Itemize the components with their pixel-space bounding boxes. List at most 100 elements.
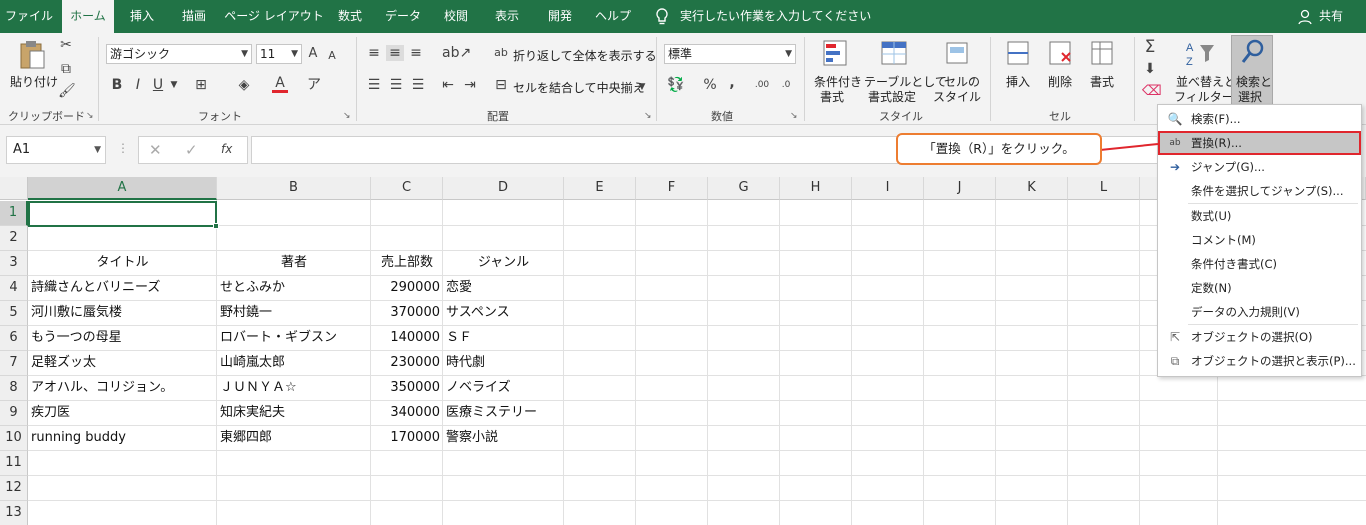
- tab-page-layout[interactable]: ページ レイアウト: [222, 0, 326, 33]
- row-header-13[interactable]: 13: [0, 501, 28, 525]
- menu-item[interactable]: ➔ ジャンプ(G)...: [1158, 155, 1361, 179]
- format-as-table-icon[interactable]: [880, 39, 910, 69]
- tab-data[interactable]: データ: [374, 0, 432, 33]
- table-cell[interactable]: 時代劇: [443, 351, 564, 376]
- font-size-select[interactable]: 11 ▼: [256, 44, 302, 64]
- table-cell[interactable]: 詩織さんとバリニーズ: [28, 276, 217, 301]
- orientation-icon[interactable]: ab↗: [442, 45, 471, 61]
- insert-cells-icon[interactable]: [1004, 39, 1032, 69]
- wrap-text-button[interactable]: 折り返して全体を表示する: [513, 47, 657, 64]
- cancel-icon[interactable]: ✕: [149, 141, 162, 159]
- delete-cells-button[interactable]: 削除: [1048, 73, 1072, 90]
- table-cell[interactable]: せとふみか: [217, 276, 371, 301]
- table-cell[interactable]: 警察小説: [443, 426, 564, 451]
- phonetic-icon[interactable]: ア: [306, 77, 322, 93]
- table-cell[interactable]: 知床実紀夫: [217, 401, 371, 426]
- row-header-6[interactable]: 6: [0, 326, 28, 351]
- number-launcher-icon[interactable]: ↘: [790, 111, 798, 121]
- comma-button[interactable]: ,: [726, 75, 738, 91]
- menu-item[interactable]: 定数(N): [1158, 276, 1361, 300]
- column-header-b[interactable]: B: [217, 177, 371, 200]
- menu-item[interactable]: ⇱ オブジェクトの選択(O): [1158, 325, 1361, 349]
- menu-item[interactable]: 条件付き書式(C): [1158, 252, 1361, 276]
- number-format-select[interactable]: 標準 ▼: [664, 44, 796, 64]
- sort-filter-icon[interactable]: A Z: [1184, 39, 1218, 69]
- table-cell[interactable]: ＪＵＮＹＡ☆: [217, 376, 371, 401]
- font-name-select[interactable]: 游ゴシック ▼: [106, 44, 252, 64]
- table-cell[interactable]: 山崎嵐太郎: [217, 351, 371, 376]
- wrap-text-icon[interactable]: ab: [493, 45, 509, 61]
- select-all-corner[interactable]: [0, 177, 28, 200]
- font-color-button[interactable]: A: [272, 76, 288, 93]
- table-header-cell[interactable]: 売上部数: [371, 251, 443, 276]
- row-header-2[interactable]: 2: [0, 226, 28, 251]
- table-cell[interactable]: 足軽ズッ太: [28, 351, 217, 376]
- row-header-1[interactable]: 1: [0, 201, 28, 226]
- table-cell[interactable]: 140000: [371, 326, 443, 351]
- table-cell[interactable]: running buddy: [28, 426, 217, 451]
- fill-icon[interactable]: ⬇: [1142, 61, 1158, 77]
- autosum-button[interactable]: Σ: [1142, 39, 1158, 56]
- tab-file[interactable]: ファイル: [0, 0, 58, 33]
- row-header-7[interactable]: 7: [0, 351, 28, 376]
- align-bottom-icon[interactable]: ≡: [408, 45, 424, 61]
- currency-icon[interactable]: 💱: [666, 77, 686, 93]
- decrease-decimal-icon[interactable]: .0: [776, 77, 796, 93]
- row-header-3[interactable]: 3: [0, 251, 28, 276]
- column-header-f[interactable]: F: [636, 177, 708, 200]
- table-cell[interactable]: もう一つの母星: [28, 326, 217, 351]
- column-header-i[interactable]: I: [852, 177, 924, 200]
- table-header-cell[interactable]: ジャンル: [443, 251, 564, 276]
- decrease-indent-icon[interactable]: ⇤: [440, 77, 456, 93]
- align-right-icon[interactable]: ☰: [410, 77, 426, 93]
- row-header-9[interactable]: 9: [0, 401, 28, 426]
- delete-cells-icon[interactable]: [1046, 39, 1074, 69]
- insert-cells-button[interactable]: 挿入: [1006, 73, 1030, 90]
- cell-styles-label-2[interactable]: スタイル: [933, 88, 981, 105]
- align-center-icon[interactable]: ☰: [388, 77, 404, 93]
- menu-item[interactable]: 🔍 検索(F)...: [1158, 107, 1361, 131]
- row-header-11[interactable]: 11: [0, 451, 28, 476]
- merge-cells-icon[interactable]: ⊟: [493, 77, 509, 93]
- table-cell[interactable]: 東郷四郎: [217, 426, 371, 451]
- name-box[interactable]: A1 ▼: [6, 136, 106, 164]
- table-cell[interactable]: 340000: [371, 401, 443, 426]
- fill-handle[interactable]: [213, 223, 219, 229]
- column-header-a[interactable]: A: [28, 177, 217, 200]
- table-cell[interactable]: 恋愛: [443, 276, 564, 301]
- italic-button[interactable]: I: [131, 77, 145, 93]
- tab-draw[interactable]: 描画: [170, 0, 218, 33]
- table-header-cell[interactable]: 著者: [217, 251, 371, 276]
- column-header-g[interactable]: G: [708, 177, 780, 200]
- font-launcher-icon[interactable]: ↘: [343, 111, 351, 121]
- table-cell[interactable]: ノベライズ: [443, 376, 564, 401]
- sort-filter-label-2[interactable]: フィルター: [1174, 88, 1234, 105]
- table-cell[interactable]: 370000: [371, 301, 443, 326]
- menu-item[interactable]: データの入力規則(V): [1158, 300, 1361, 324]
- paste-icon[interactable]: [18, 39, 46, 71]
- column-header-h[interactable]: H: [780, 177, 852, 200]
- grow-font-button[interactable]: A: [306, 46, 320, 62]
- find-select-button[interactable]: 検索と 選択: [1231, 35, 1273, 105]
- table-cell[interactable]: 230000: [371, 351, 443, 376]
- copy-icon[interactable]: ⧉: [58, 61, 74, 77]
- menu-item[interactable]: ⧉ オブジェクトの選択と表示(P)...: [1158, 349, 1361, 373]
- paste-button[interactable]: 貼り付け: [10, 73, 58, 90]
- conditional-format-label-2[interactable]: 書式: [820, 88, 844, 105]
- table-header-cell[interactable]: タイトル: [28, 251, 217, 276]
- column-header-e[interactable]: E: [564, 177, 636, 200]
- format-cells-button[interactable]: 書式: [1090, 73, 1114, 90]
- tab-review[interactable]: 校閲: [436, 0, 476, 33]
- table-cell[interactable]: サスペンス: [443, 301, 564, 326]
- table-cell[interactable]: アオハル、コリジョン。: [28, 376, 217, 401]
- table-cell[interactable]: ロバート・ギブスン: [217, 326, 371, 351]
- cell-styles-icon[interactable]: [944, 39, 972, 69]
- percent-button[interactable]: %: [702, 77, 718, 93]
- tab-help[interactable]: ヘルプ: [586, 0, 640, 33]
- column-header-k[interactable]: K: [996, 177, 1068, 200]
- row-header-4[interactable]: 4: [0, 276, 28, 301]
- column-header-d[interactable]: D: [443, 177, 564, 200]
- share-button[interactable]: 共有: [1316, 0, 1346, 33]
- row-header-10[interactable]: 10: [0, 426, 28, 451]
- table-cell[interactable]: ＳＦ: [443, 326, 564, 351]
